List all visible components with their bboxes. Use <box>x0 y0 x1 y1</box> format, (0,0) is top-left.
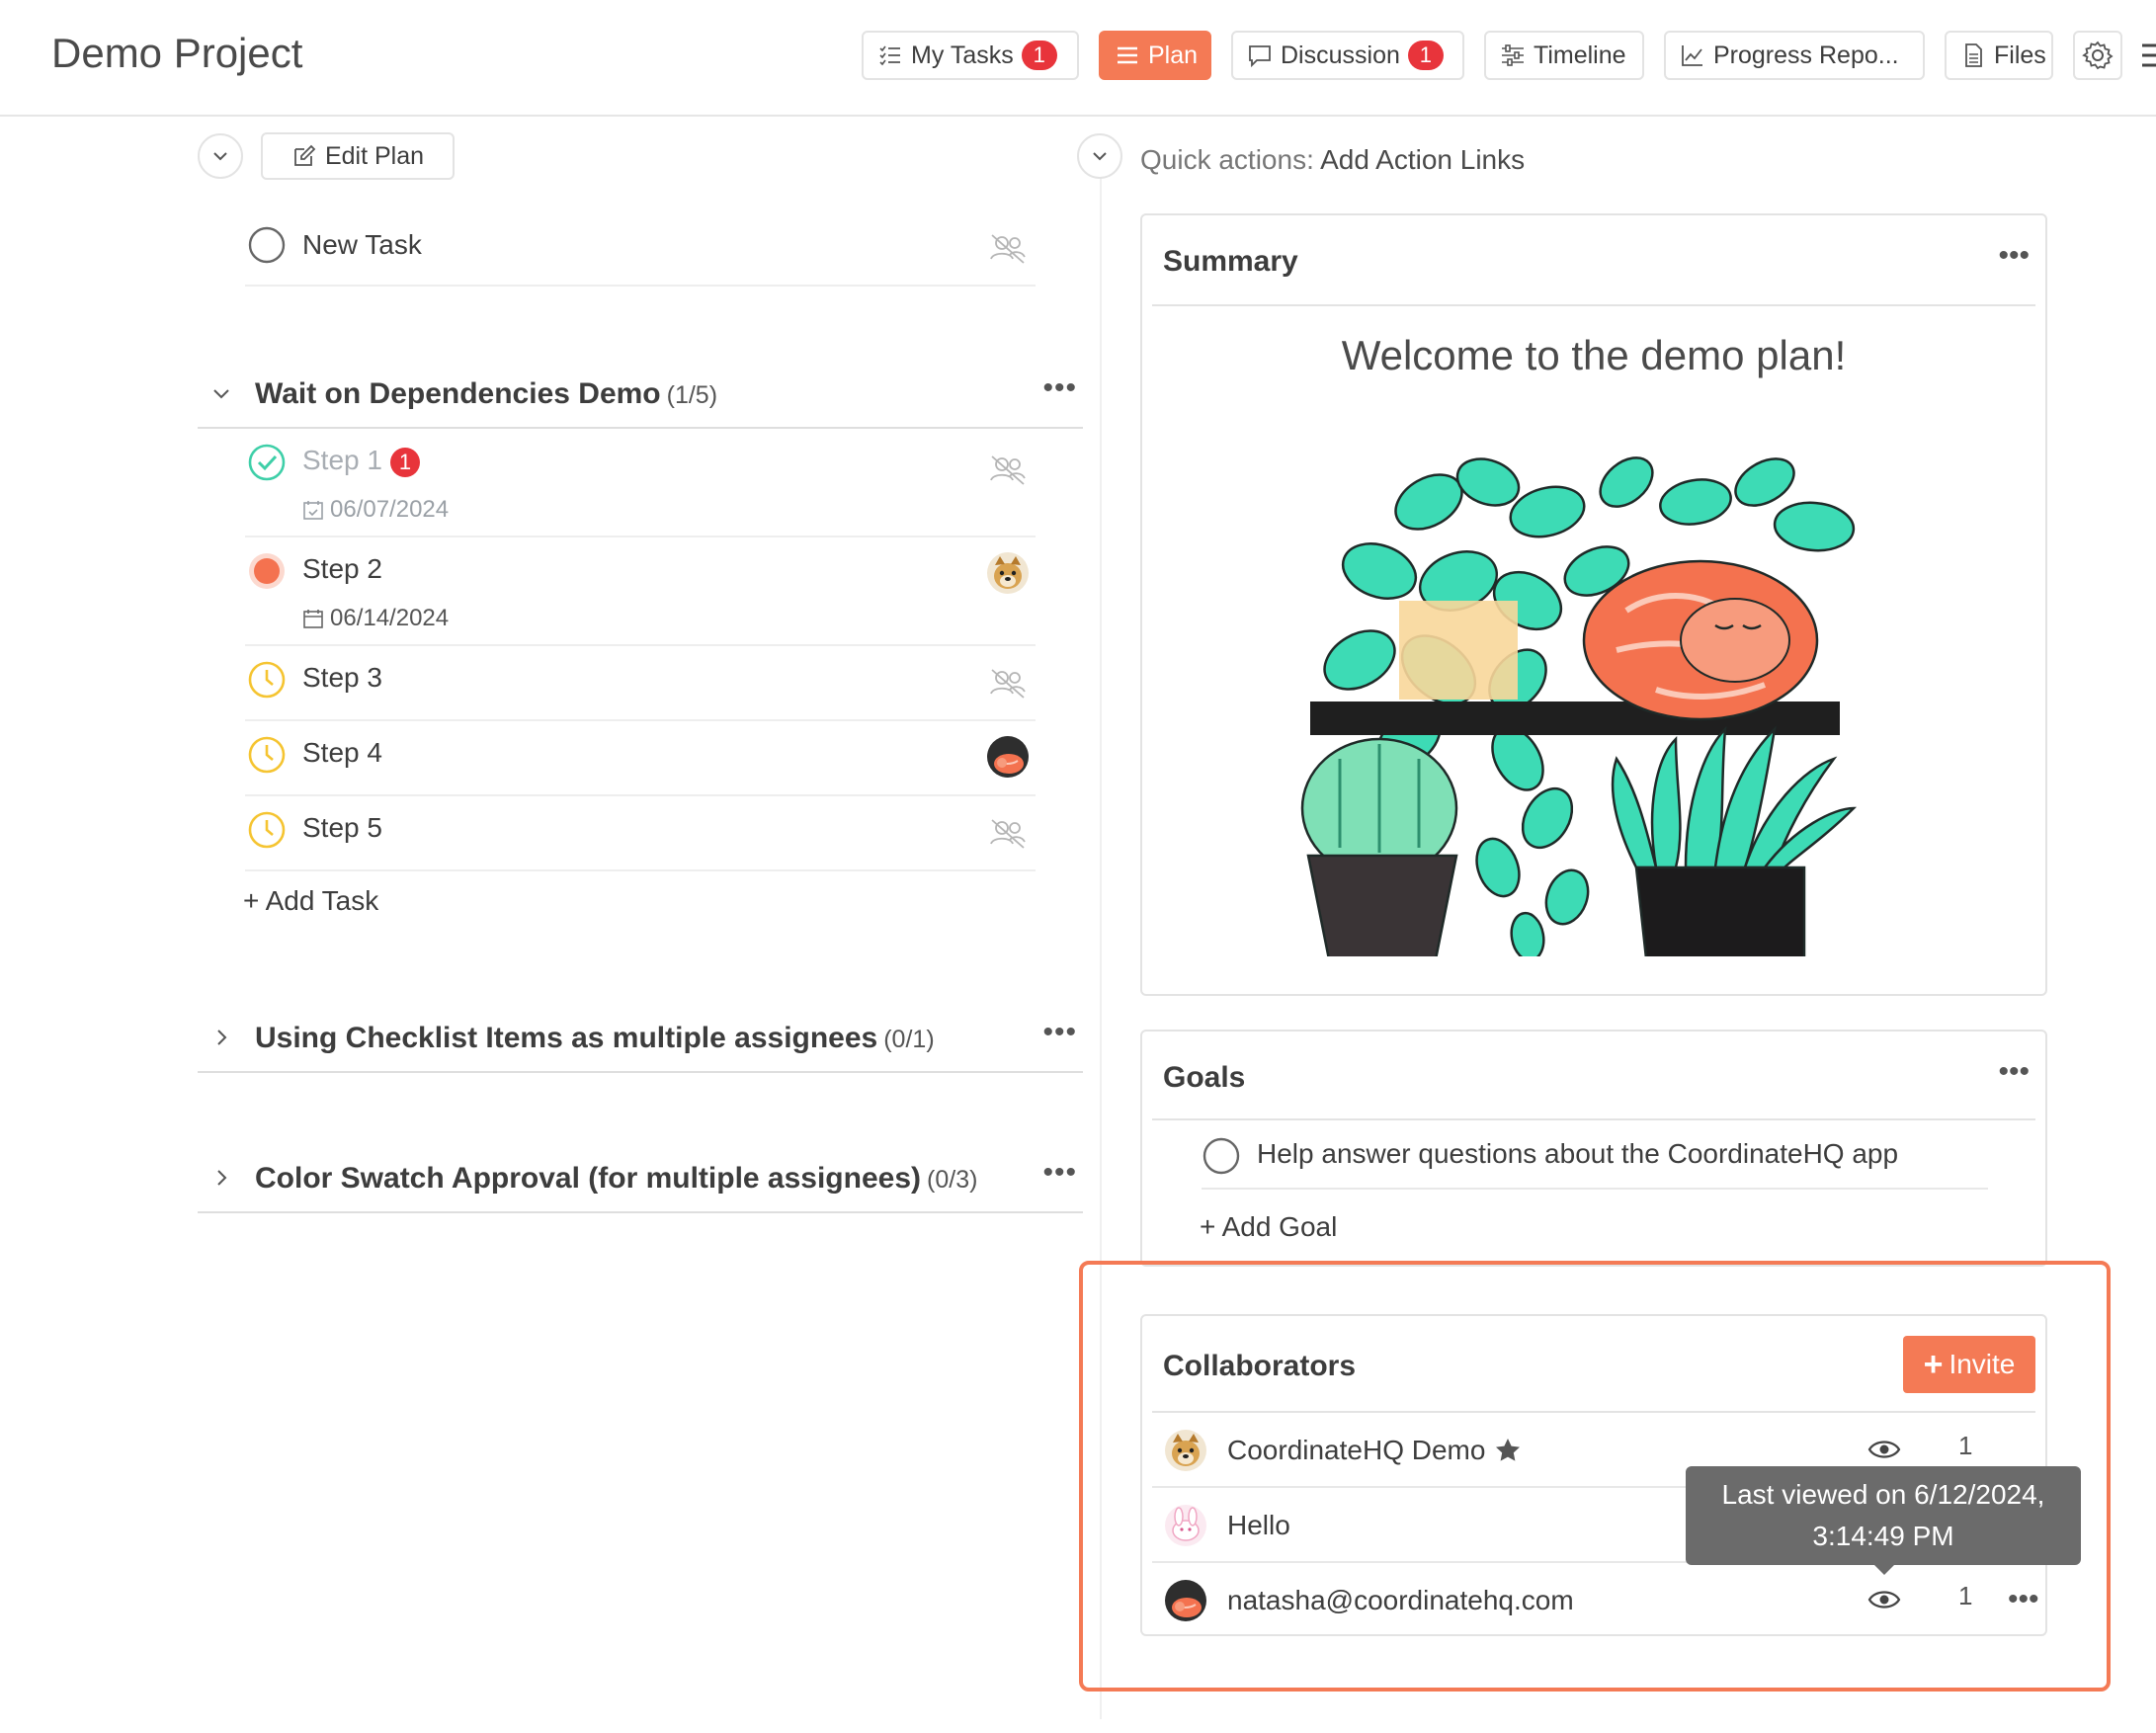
chevron-right-icon[interactable] <box>209 1026 233 1049</box>
notification-badge: 1 <box>1021 41 1057 70</box>
chat-bubble-icon <box>1249 45 1271 68</box>
quick-actions[interactable]: Quick actions: Add Action Links <box>1140 144 1525 176</box>
chevron-down-icon <box>1093 152 1107 161</box>
add-action-links-link[interactable]: Add Action Links <box>1320 144 1525 175</box>
plants-illustration <box>1300 456 1858 956</box>
more-options-icon[interactable]: ••• <box>1042 371 1077 405</box>
tab-label: Files <box>1994 41 2046 69</box>
task-row[interactable]: Step 3 <box>245 646 1036 721</box>
tab-label: Timeline <box>1534 41 1626 69</box>
section-title: Wait on Dependencies Demo (1/5) <box>255 377 718 410</box>
checklist-icon <box>879 45 900 66</box>
more-options-icon[interactable]: ••• <box>1998 239 2030 273</box>
task-name[interactable]: Step 11 <box>302 445 420 477</box>
edit-plan-label: Edit Plan <box>324 141 425 170</box>
add-goal-button[interactable]: + Add Goal <box>1200 1211 1337 1243</box>
notification-badge: 1 <box>389 448 420 477</box>
tab-label: Discussion <box>1281 41 1400 69</box>
tooltip-line: Last viewed on 6/12/2024, <box>1721 1479 2045 1510</box>
more-options-icon[interactable]: ••• <box>1042 1156 1077 1190</box>
task-name[interactable]: New Task <box>302 229 422 261</box>
tab-label: My Tasks <box>911 41 1014 69</box>
task-row[interactable]: Step 4 <box>245 721 1036 796</box>
in-progress-icon[interactable] <box>247 551 287 591</box>
summary-card: Summary ••• Welcome to the demo plan! <box>1140 213 2047 996</box>
section-title: Color Swatch Approval (for multiple assi… <box>255 1162 978 1195</box>
section-header[interactable]: Color Swatch Approval (for multiple assi… <box>198 1148 1083 1213</box>
goals-card: Goals ••• Help answer questions about th… <box>1140 1030 2047 1267</box>
edit-plan-button[interactable]: Edit Plan <box>261 132 455 180</box>
chevron-down-icon[interactable] <box>209 381 233 405</box>
welcome-heading: Welcome to the demo plan! <box>1341 332 1847 378</box>
list-icon <box>1118 46 1137 64</box>
menu-icon[interactable] <box>2140 40 2156 71</box>
due-date: 06/14/2024 <box>302 605 449 632</box>
dog-avatar[interactable] <box>986 551 1030 595</box>
goal-item[interactable]: Help answer questions about the Coordina… <box>1202 1122 1988 1190</box>
collapse-quick-actions-button[interactable] <box>1077 133 1122 179</box>
section-count: (0/1) <box>883 1026 935 1053</box>
more-options-icon[interactable]: ••• <box>1042 1016 1077 1049</box>
card-title: Goals <box>1163 1061 1246 1094</box>
divider <box>1152 304 2035 306</box>
document-icon <box>1965 43 1982 67</box>
tab-progress-report[interactable]: Progress Repo... <box>1664 31 1925 80</box>
tab-timeline[interactable]: Timeline <box>1484 31 1644 80</box>
gear-icon <box>2082 41 2114 70</box>
tooltip-line: 3:14:49 PM <box>1812 1521 1954 1551</box>
tab-discussion[interactable]: Discussion 1 <box>1231 31 1464 80</box>
unassigned-icon[interactable] <box>986 449 1030 492</box>
clock-icon[interactable] <box>247 810 287 850</box>
card-title: Summary <box>1163 245 1298 278</box>
task-name[interactable]: Step 4 <box>302 737 382 769</box>
empty-circle-icon[interactable] <box>247 225 287 265</box>
clock-icon[interactable] <box>247 660 287 700</box>
task-name[interactable]: Step 5 <box>302 812 382 844</box>
section-count: (0/3) <box>927 1166 978 1194</box>
unassigned-icon[interactable] <box>986 662 1030 705</box>
edit-icon <box>294 144 316 166</box>
notification-badge: 1 <box>1407 41 1444 70</box>
section-header[interactable]: Wait on Dependencies Demo (1/5) ••• <box>198 364 1083 429</box>
goal-text[interactable]: Help answer questions about the Coordina… <box>1257 1138 1898 1170</box>
task-row[interactable]: Step 11 06/07/2024 <box>245 429 1036 537</box>
empty-circle-icon[interactable] <box>1202 1136 1241 1176</box>
task-row[interactable]: Step 2 06/14/2024 <box>245 537 1036 646</box>
chevron-down-icon <box>213 152 227 161</box>
task-row[interactable]: Step 5 <box>245 796 1036 871</box>
project-title: Demo Project <box>51 30 303 76</box>
due-date: 06/07/2024 <box>302 496 449 524</box>
section-title: Using Checklist Items as multiple assign… <box>255 1022 935 1054</box>
section-count: (1/5) <box>666 381 718 409</box>
tooltip-arrow <box>1872 1563 1896 1575</box>
sliders-icon <box>1502 44 1524 66</box>
calendar-icon <box>303 610 323 628</box>
section-header[interactable]: Using Checklist Items as multiple assign… <box>198 1008 1083 1073</box>
quick-actions-label: Quick actions: <box>1140 144 1314 175</box>
collapse-all-button[interactable] <box>198 133 243 179</box>
divider <box>1152 1118 2035 1120</box>
calendar-check-icon <box>303 501 323 520</box>
line-chart-icon <box>1682 45 1702 66</box>
tab-files[interactable]: Files <box>1945 31 2053 80</box>
task-name[interactable]: Step 3 <box>302 662 382 694</box>
unassigned-icon[interactable] <box>986 812 1030 856</box>
unassigned-icon[interactable] <box>986 227 1030 271</box>
tab-label: Progress Repo... <box>1713 41 1899 69</box>
last-viewed-tooltip: Last viewed on 6/12/2024, 3:14:49 PM <box>1686 1466 2081 1565</box>
tab-plan[interactable]: Plan <box>1099 31 1211 80</box>
cat-avatar[interactable] <box>986 735 1030 779</box>
more-options-icon[interactable]: ••• <box>1998 1055 2030 1089</box>
check-circle-icon[interactable] <box>247 443 287 482</box>
clock-icon[interactable] <box>247 735 287 775</box>
tab-label: Plan <box>1148 41 1199 69</box>
top-header: Demo Project My Tasks 1 Plan Discussion … <box>0 0 2156 117</box>
chevron-right-icon[interactable] <box>209 1166 233 1190</box>
new-task-row[interactable]: New Task <box>245 213 1036 287</box>
tab-my-tasks[interactable]: My Tasks 1 <box>862 31 1079 80</box>
settings-button[interactable] <box>2073 31 2122 80</box>
task-name[interactable]: Step 2 <box>302 553 382 585</box>
add-task-button[interactable]: + Add Task <box>243 885 378 917</box>
